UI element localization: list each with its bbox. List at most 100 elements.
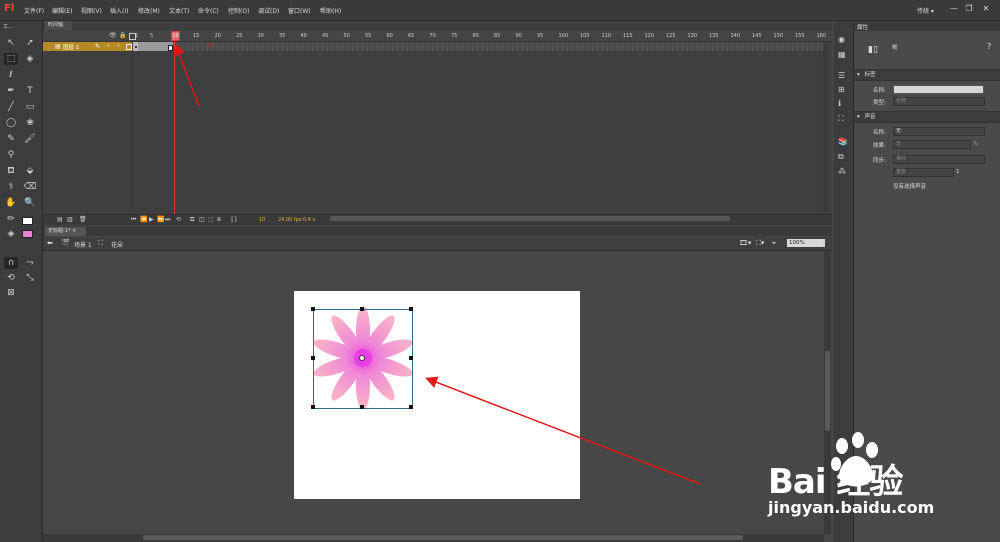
menu-debug[interactable]: 调试(D) bbox=[258, 6, 279, 15]
stage-horizontal-scroll-thumb[interactable] bbox=[143, 535, 743, 540]
swatches-panel-icon[interactable]: ▦ bbox=[838, 50, 846, 59]
tab-properties[interactable]: 属性 bbox=[857, 23, 868, 31]
help-icon[interactable]: ? bbox=[987, 42, 991, 51]
go-first-frame-icon[interactable]: ⏮ bbox=[131, 216, 136, 224]
motion-presets-icon[interactable]: ⁂ bbox=[838, 167, 846, 176]
frame-name-input[interactable] bbox=[893, 85, 984, 94]
menu-help[interactable]: 帮助(H) bbox=[320, 6, 341, 15]
free-transform-tool-icon[interactable]: ⬚ bbox=[4, 53, 18, 65]
menu-commands[interactable]: 命令(C) bbox=[198, 6, 219, 15]
layer-name[interactable]: 图层 1 bbox=[63, 43, 79, 51]
onion-skin-icon[interactable]: ◫ bbox=[199, 216, 205, 223]
menu-text[interactable]: 文本(T) bbox=[169, 6, 189, 15]
lock-layers-icon[interactable]: 🔒 bbox=[119, 32, 126, 39]
breadcrumb-symbol[interactable]: 花朵 bbox=[111, 240, 123, 249]
transform-handle-bottom-left[interactable] bbox=[311, 405, 315, 409]
sound-name-select[interactable]: 无 bbox=[893, 127, 985, 136]
label-type-select[interactable]: 名称 bbox=[893, 97, 985, 106]
transform-handle-top-left[interactable] bbox=[311, 307, 315, 311]
selection-bounding-box[interactable] bbox=[311, 307, 413, 409]
label-section-header[interactable]: ▾ 标签 bbox=[854, 69, 1000, 81]
restore-button[interactable]: ❐ bbox=[963, 4, 975, 14]
eraser-tool-icon[interactable]: ⌫ bbox=[23, 181, 37, 193]
menu-edit[interactable]: 编辑(E) bbox=[52, 6, 72, 15]
tab-untitled-document[interactable]: 无标题-1* × bbox=[45, 227, 86, 236]
color-panel-icon[interactable]: ◉ bbox=[838, 35, 845, 44]
menu-modify[interactable]: 修改(M) bbox=[138, 6, 160, 15]
stage-vertical-scroll-thumb[interactable] bbox=[825, 351, 830, 431]
repeat-count[interactable]: 1 bbox=[956, 169, 960, 175]
zoom-dropdown-icon[interactable]: ▾ bbox=[819, 240, 822, 246]
transform-handle-left[interactable] bbox=[311, 356, 315, 360]
lasso-tool-icon[interactable]: ℓ bbox=[4, 69, 18, 81]
delete-layer-icon[interactable]: 🗑 bbox=[79, 216, 87, 223]
breadcrumb-scene[interactable]: 场景 1 bbox=[74, 240, 92, 249]
zoom-tool-icon[interactable]: 🔍 bbox=[23, 197, 37, 209]
menu-insert[interactable]: 插入(I) bbox=[110, 6, 128, 15]
snap-to-objects-icon[interactable]: ∩ bbox=[4, 257, 18, 269]
current-frame-readout[interactable]: 10 bbox=[259, 217, 265, 223]
step-back-icon[interactable]: ⏪ bbox=[140, 216, 147, 223]
brush-tool-icon[interactable]: 🖌 bbox=[23, 133, 37, 145]
hand-tool-icon[interactable]: ✋ bbox=[4, 197, 18, 209]
sound-effect-select[interactable]: 无 bbox=[893, 140, 971, 149]
menu-control[interactable]: 控制(O) bbox=[228, 6, 249, 15]
menu-window[interactable]: 窗口(W) bbox=[288, 6, 311, 15]
paint-bucket-tool-icon[interactable]: ⛾ bbox=[4, 165, 18, 177]
layer-row[interactable]: ▤ 图层 1 ✎ • • bbox=[43, 42, 132, 51]
center-stage-icon[interactable]: ⌖ bbox=[772, 239, 776, 248]
library-panel-icon[interactable]: 📚 bbox=[838, 137, 848, 146]
ink-bottle-tool-icon[interactable]: ⬙ bbox=[23, 165, 37, 177]
sound-sync-select[interactable]: 事件 bbox=[893, 155, 985, 164]
oval-tool-icon[interactable]: ◯ bbox=[4, 117, 18, 129]
show-hide-layers-icon[interactable]: 👁 bbox=[109, 32, 117, 39]
edit-scene-icon[interactable]: 🎞▾ bbox=[739, 239, 751, 247]
pen-tool-icon[interactable]: ✒ bbox=[4, 85, 18, 97]
line-tool-icon[interactable]: ╱ bbox=[4, 101, 18, 113]
selection-tool-icon[interactable]: ↖ bbox=[4, 37, 18, 49]
lock-dot-icon[interactable]: • bbox=[117, 43, 120, 49]
menu-view[interactable]: 视图(V) bbox=[81, 6, 102, 15]
transform-handle-right[interactable] bbox=[409, 356, 413, 360]
sound-repeat-select[interactable]: 重复 bbox=[893, 168, 954, 177]
back-arrow-icon[interactable]: ⬅ bbox=[47, 239, 53, 247]
edit-symbols-icon[interactable]: ⛶▾ bbox=[756, 239, 764, 248]
transform-handle-top-right[interactable] bbox=[409, 307, 413, 311]
components-panel-icon[interactable]: ⧉ bbox=[838, 152, 844, 162]
visibility-dot-icon[interactable]: • bbox=[107, 43, 110, 49]
info-panel-icon[interactable]: ℹ bbox=[838, 99, 841, 108]
tab-timeline[interactable]: 时间轴 bbox=[45, 21, 72, 30]
rotate-skew-icon[interactable]: ⟲ bbox=[4, 272, 18, 284]
onion-outline-icon[interactable]: ⬚ bbox=[208, 216, 214, 223]
modify-markers-icon[interactable]: ⟦⟧ bbox=[231, 216, 237, 223]
pencil-tool-icon[interactable]: ✎ bbox=[4, 133, 18, 145]
sound-section-header[interactable]: ▾ 声音 bbox=[854, 111, 1000, 123]
eyedropper-tool-icon[interactable]: ⚕ bbox=[4, 181, 18, 193]
frames-row[interactable] bbox=[133, 42, 823, 51]
minimize-button[interactable]: — bbox=[948, 4, 960, 14]
rectangle-tool-icon[interactable]: ▭ bbox=[23, 101, 37, 113]
text-tool-icon[interactable]: T bbox=[23, 85, 37, 97]
transform-panel-icon[interactable]: ⊞ bbox=[838, 85, 845, 94]
3d-rotation-tool-icon[interactable]: ◈ bbox=[23, 53, 37, 65]
stage-horizontal-scrollbar[interactable] bbox=[43, 534, 824, 542]
transform-handle-bottom-right[interactable] bbox=[409, 405, 413, 409]
distort-icon[interactable]: ⊠ bbox=[4, 287, 18, 299]
new-folder-icon[interactable]: ▥ bbox=[67, 216, 73, 223]
fps-readout[interactable]: 24.00 fps bbox=[278, 217, 301, 223]
edit-multiple-frames-icon[interactable]: ⧈ bbox=[217, 216, 221, 224]
play-icon[interactable]: ▶ bbox=[149, 216, 154, 223]
workspace-switcher[interactable]: 传统 ▾ bbox=[917, 6, 942, 15]
step-forward-icon[interactable]: ⏩ bbox=[157, 216, 164, 223]
bone-tool-icon[interactable]: ⚲ bbox=[4, 149, 18, 161]
transform-point[interactable] bbox=[359, 355, 365, 361]
menu-file[interactable]: 文件(F) bbox=[24, 6, 44, 15]
new-layer-icon[interactable]: ▤ bbox=[57, 216, 63, 223]
scale-icon[interactable]: ⤡ bbox=[23, 272, 37, 284]
loop-icon[interactable]: ⟲ bbox=[176, 216, 181, 223]
close-button[interactable]: ✕ bbox=[980, 4, 992, 14]
deco-tool-icon[interactable]: ❀ bbox=[23, 117, 37, 129]
align-panel-icon[interactable]: ☰ bbox=[838, 71, 845, 80]
fill-color-swatch[interactable] bbox=[22, 230, 33, 238]
smooth-icon[interactable]: ⤳ bbox=[23, 257, 37, 269]
